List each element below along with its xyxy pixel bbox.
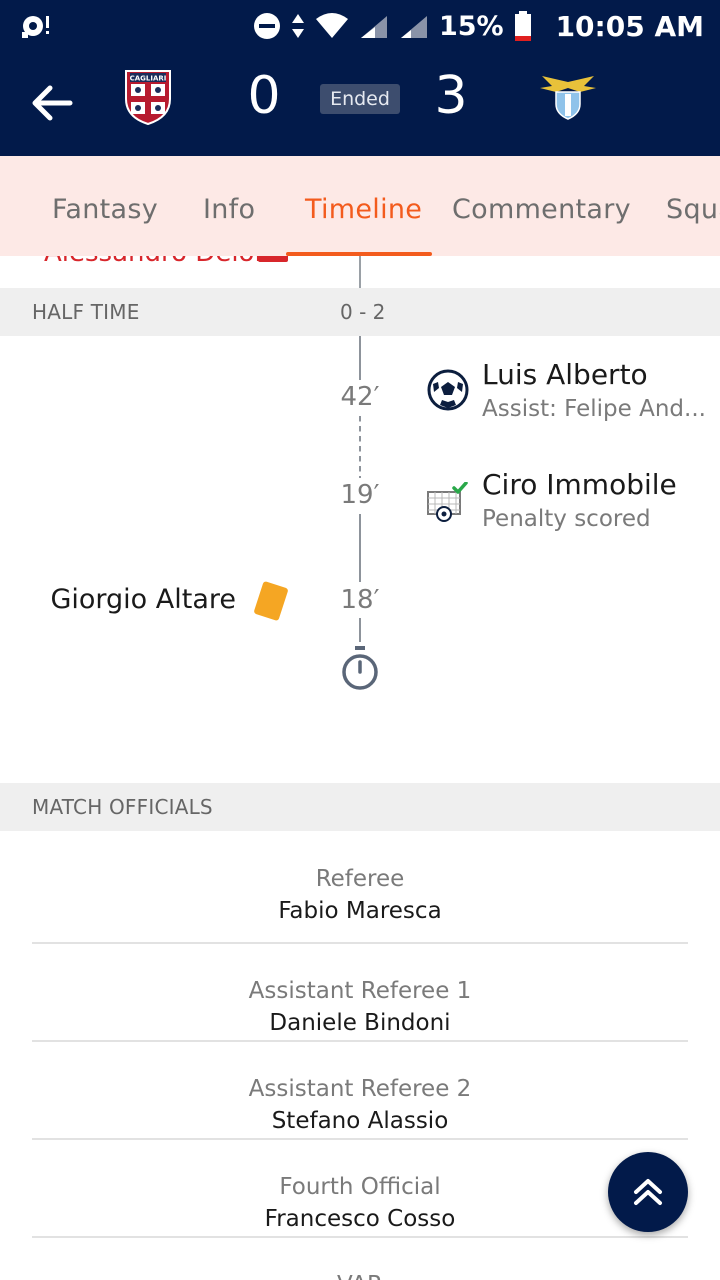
do-not-disturb-icon [253,13,280,39]
tab-squads[interactable]: Squa [666,194,720,225]
wifi-icon [315,13,348,38]
timeline-line [359,618,361,642]
signal-icon-2 [400,16,427,38]
partial-event-player: Alessandro Deiola [44,256,278,268]
officials-list: Referee Fabio Maresca Assistant Referee … [32,830,688,1280]
away-score: 3 [434,66,468,126]
football-icon [427,369,469,411]
timeline-line [359,514,361,582]
match-officials-bar: MATCH OFFICIALS [0,783,720,831]
timeline: 42′ Luis Alberto Assist: Felipe And... 1… [0,336,720,782]
event-detail: Penalty scored [482,506,651,532]
official-row: Assistant Referee 2 Stefano Alassio [32,1042,688,1140]
official-name: Stefano Alassio [271,1108,449,1134]
status-bar: 15% 10:05 AM [0,0,720,52]
stopwatch-icon [342,646,378,690]
official-row: Fourth Official Francesco Cosso [32,1140,688,1238]
partial-event-row: Alessandro Deiola [0,256,720,288]
app-notification-icon [22,16,49,38]
event-minute: 18′ [320,583,400,617]
penalty-goal-icon [427,482,468,522]
tab-timeline[interactable]: Timeline [305,194,422,225]
half-time-label: HALF TIME [32,300,140,324]
official-role: Assistant Referee 1 [248,978,472,1004]
half-time-bar: HALF TIME 0 - 2 [0,288,720,336]
official-row: Assistant Referee 1 Daniele Bindoni [32,944,688,1042]
official-row: Referee Fabio Maresca [32,830,688,944]
clock: 10:05 AM [555,9,704,43]
match-header: 15% 10:05 AM CAGLIARI 0 Ended 3 [0,0,720,156]
event-player[interactable]: Ciro Immobile [482,468,677,501]
event-minute: 42′ [320,380,400,414]
battery-icon [514,11,531,41]
official-row: VAR [32,1238,688,1280]
data-arrows-icon [291,14,304,38]
event-minute: 19′ [320,478,400,512]
scroll-to-top-button[interactable] [608,1152,688,1232]
battery-percent: 15% [438,10,504,42]
home-team-crest-icon[interactable]: CAGLIARI [124,67,172,125]
tab-bar: Fantasy Info Timeline Commentary Squa [0,156,720,256]
official-role: Fourth Official [279,1174,441,1200]
back-arrow-icon[interactable] [26,78,76,128]
timeline-dashed-line [359,416,361,478]
event-player[interactable]: Luis Alberto [482,358,648,391]
event-detail: Assist: Felipe And... [482,396,706,422]
double-chevron-up-icon [634,1179,662,1205]
tab-info[interactable]: Info [203,194,255,225]
home-crest-text: CAGLIARI [130,75,167,83]
red-card-icon [258,256,288,262]
event-player[interactable]: Giorgio Altare [50,584,236,615]
away-team-crest-icon[interactable] [538,74,598,120]
half-time-score: 0 - 2 [340,300,386,324]
timeline-line [359,336,361,382]
match-officials-label: MATCH OFFICIALS [32,795,213,819]
official-name: Francesco Cosso [264,1206,456,1232]
official-role: VAR [32,1272,688,1280]
signal-icon [360,16,387,38]
official-name: Fabio Maresca [278,898,442,924]
yellow-card-icon [253,580,289,622]
scoreboard: CAGLIARI 0 Ended 3 [0,52,720,156]
match-status-badge: Ended [320,84,400,114]
home-score: 0 [247,66,281,126]
official-role: Assistant Referee 2 [248,1076,472,1102]
timeline-line [359,256,361,288]
tab-fantasy[interactable]: Fantasy [52,194,158,225]
tab-commentary[interactable]: Commentary [452,194,631,225]
official-role: Referee [315,866,405,892]
official-name: Daniele Bindoni [269,1010,451,1036]
